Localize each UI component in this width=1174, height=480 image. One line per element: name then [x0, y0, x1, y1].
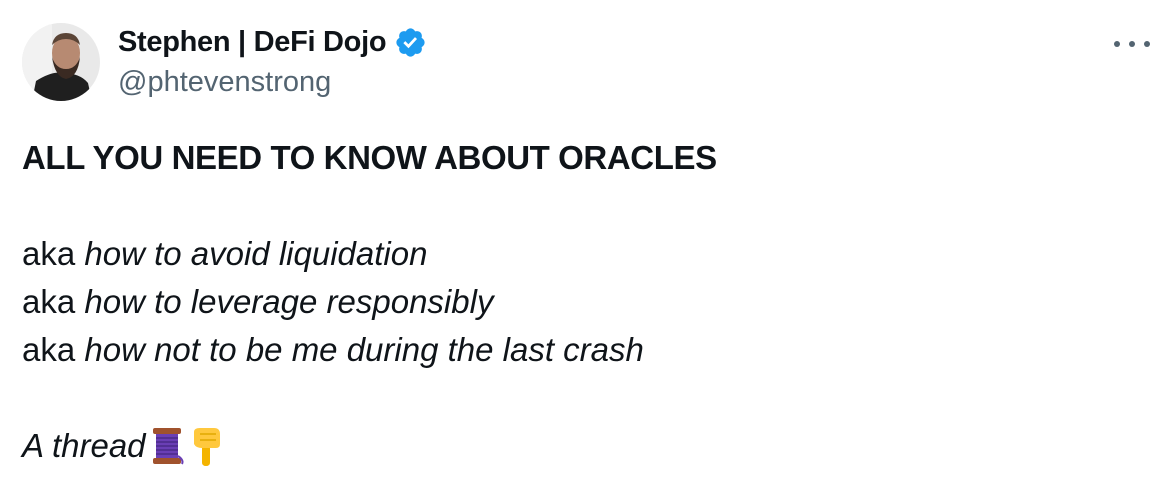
tweet-line: aka how to avoid liquidation: [22, 230, 1142, 278]
avatar[interactable]: [22, 23, 100, 101]
more-dot: [1129, 41, 1135, 47]
author-names: Stephen | DeFi Dojo @phtevenstrong: [118, 22, 427, 102]
thread-line: A thread: [22, 422, 1142, 470]
more-dot: [1114, 41, 1120, 47]
author-display-name[interactable]: Stephen | DeFi Dojo: [118, 26, 387, 59]
line-prefix: aka: [22, 331, 85, 368]
verified-badge-icon: [394, 26, 427, 59]
line-prefix: aka: [22, 235, 85, 272]
spool-of-thread-icon: [150, 426, 186, 466]
tweet-line: aka how to leverage responsibly: [22, 278, 1142, 326]
more-dot: [1144, 41, 1150, 47]
tweet-card: Stephen | DeFi Dojo @phtevenstrong ALL Y…: [0, 0, 1174, 480]
tweet-text: ALL YOU NEED TO KNOW ABOUT ORACLES aka h…: [22, 134, 1142, 470]
line-italic: how to avoid liquidation: [84, 235, 428, 272]
thread-text: A thread: [22, 427, 146, 464]
line-italic: how not to be me during the last crash: [84, 331, 644, 368]
more-options-icon[interactable]: [1114, 34, 1150, 54]
tweet-line: aka how not to be me during the last cra…: [22, 326, 1142, 374]
line-italic: how to leverage responsibly: [84, 283, 494, 320]
author-handle[interactable]: @phtevenstrong: [118, 62, 427, 102]
tweet-heading: ALL YOU NEED TO KNOW ABOUT ORACLES: [22, 139, 717, 176]
tweet-header: Stephen | DeFi Dojo @phtevenstrong: [22, 22, 427, 102]
name-row: Stephen | DeFi Dojo: [118, 22, 427, 62]
line-prefix: aka: [22, 283, 85, 320]
pointing-down-icon: [190, 426, 224, 466]
